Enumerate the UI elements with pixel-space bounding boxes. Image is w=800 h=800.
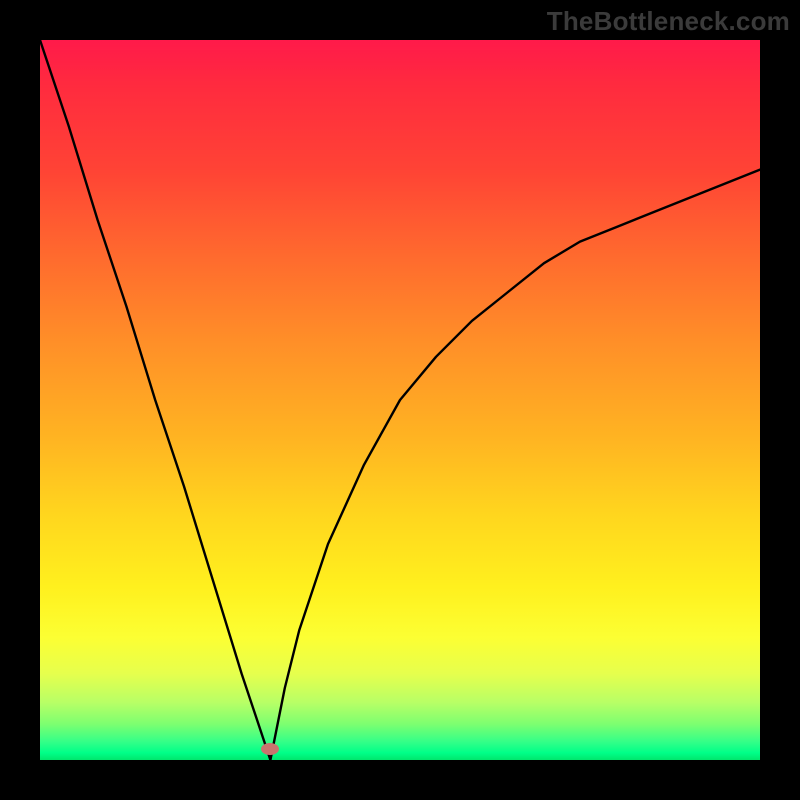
watermark-text: TheBottleneck.com [547,6,790,37]
chart-container: TheBottleneck.com [0,0,800,800]
bottleneck-curve [40,40,760,760]
minimum-marker [261,743,279,755]
plot-area [40,40,760,760]
